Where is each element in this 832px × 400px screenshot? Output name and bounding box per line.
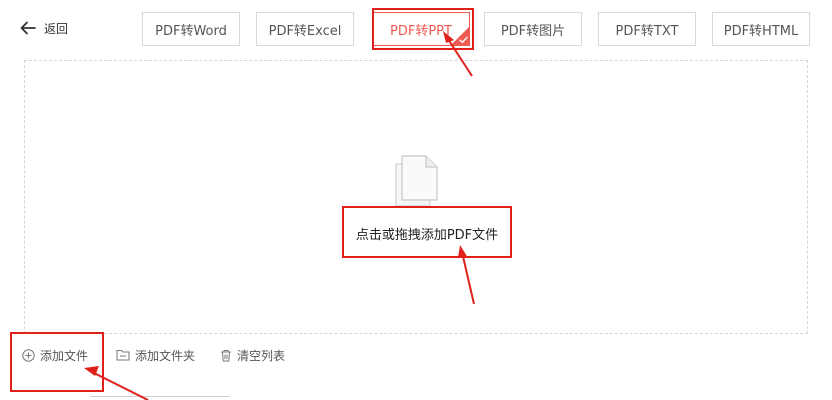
tab-label: PDF转PPT <box>390 23 452 39</box>
tab-pdf-to-word[interactable]: PDF转Word <box>142 12 240 46</box>
drop-zone-prompt[interactable]: 点击或拖拽添加PDF文件 <box>343 208 511 258</box>
clear-list-label: 清空列表 <box>237 348 286 363</box>
tab-pdf-to-image[interactable]: PDF转图片 <box>484 12 582 46</box>
tab-label: PDF转Word <box>155 23 227 39</box>
file-list-divider <box>90 396 230 397</box>
back-label: 返回 <box>44 21 69 36</box>
arrow-left-icon <box>20 21 36 35</box>
tab-label: PDF转Excel <box>268 23 342 39</box>
add-folder-label: 添加文件夹 <box>135 348 196 363</box>
folder-icon <box>116 350 130 361</box>
add-folder-button[interactable]: 添加文件夹 <box>116 346 195 364</box>
tab-pdf-to-excel[interactable]: PDF转Excel <box>256 12 354 46</box>
tab-pdf-to-html[interactable]: PDF转HTML <box>712 12 810 46</box>
trash-icon <box>221 349 231 361</box>
back-button[interactable]: 返回 <box>20 18 68 38</box>
tab-pdf-to-txt[interactable]: PDF转TXT <box>598 12 696 46</box>
clear-list-button[interactable]: 清空列表 <box>220 346 285 364</box>
tab-label: PDF转TXT <box>615 23 679 39</box>
annotation-arrow-add-file <box>84 366 149 400</box>
tab-pdf-to-ppt[interactable]: PDF转PPT <box>372 12 470 46</box>
tab-label: PDF转图片 <box>500 23 566 39</box>
check-icon <box>459 36 468 44</box>
plus-circle-icon <box>22 348 35 362</box>
tab-label: PDF转HTML <box>723 23 799 39</box>
add-file-label: 添加文件 <box>40 348 89 363</box>
add-file-button[interactable]: 添加文件 <box>22 346 88 364</box>
file-document-icon <box>395 155 438 207</box>
